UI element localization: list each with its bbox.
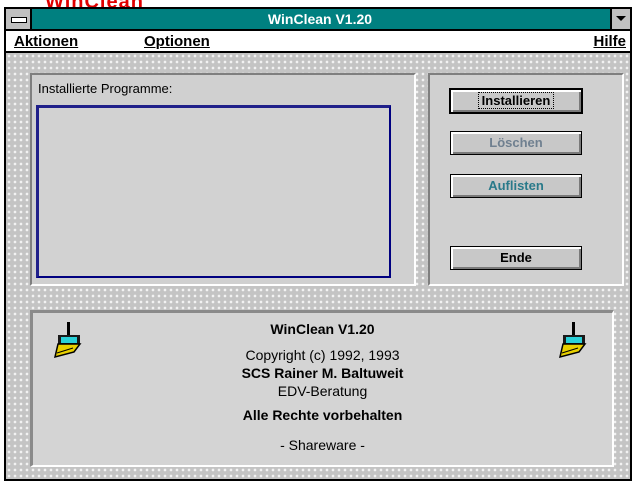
programs-listbox[interactable]	[36, 105, 391, 278]
install-button[interactable]: Installieren	[449, 88, 583, 114]
system-menu-button[interactable]	[6, 9, 32, 29]
menu-bar: Aktionen Optionen Hilfe	[6, 31, 630, 53]
title-bar[interactable]: WinClean V1.20	[6, 9, 630, 31]
system-menu-icon	[11, 17, 27, 23]
programs-panel: Installierte Programme:	[30, 73, 416, 286]
programs-label: Installierte Programme:	[38, 81, 173, 96]
minimize-button[interactable]	[610, 9, 630, 29]
client-area: Installierte Programme: Installieren Lös…	[6, 53, 630, 479]
window-title: WinClean V1.20	[267, 11, 373, 27]
menu-optionen[interactable]: Optionen	[144, 32, 210, 51]
about-app-name: WinClean V1.20	[270, 321, 375, 337]
install-button-label: Installieren	[477, 92, 555, 109]
about-license: - Shareware -	[280, 437, 365, 453]
actions-panel: Installieren Löschen Auflisten Ende	[428, 73, 624, 286]
about-company: SCS Rainer M. Baltuweit	[241, 365, 404, 381]
delete-button[interactable]: Löschen	[450, 131, 582, 155]
menu-hilfe[interactable]: Hilfe	[593, 32, 626, 51]
list-button[interactable]: Auflisten	[450, 174, 582, 198]
menu-aktionen[interactable]: Aktionen	[14, 32, 78, 51]
main-window: WinClean V1.20 Aktionen Optionen Hilfe I…	[4, 7, 632, 481]
about-panel: WinClean V1.20 Copyright (c) 1992, 1993 …	[30, 310, 614, 467]
about-department: EDV-Beratung	[277, 383, 368, 399]
about-rights: Alle Rechte vorbehalten	[242, 407, 403, 423]
end-button[interactable]: Ende	[450, 246, 582, 270]
minimize-arrow-icon	[616, 16, 626, 21]
about-copyright: Copyright (c) 1992, 1993	[245, 347, 400, 363]
